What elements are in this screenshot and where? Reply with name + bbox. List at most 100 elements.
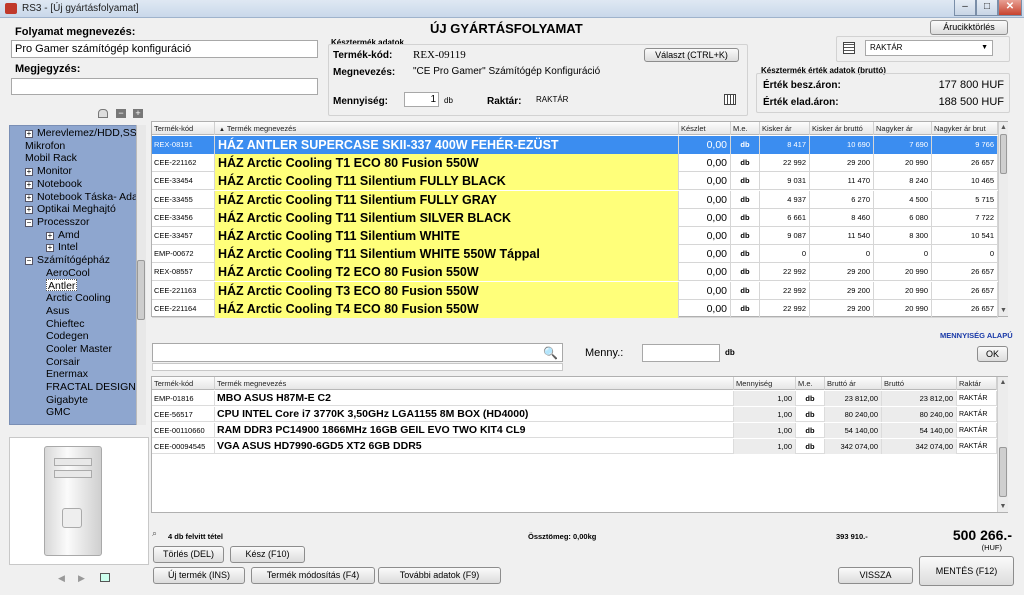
- save-button[interactable]: MENTÉS (F12): [919, 556, 1014, 586]
- tree-item[interactable]: Cooler Master: [46, 343, 112, 355]
- product-row[interactable]: EMP-00672 HÁZ Arctic Cooling T11 Silentiu…: [152, 245, 998, 264]
- col-wholesale-gross[interactable]: Nagyker ár brut: [932, 122, 998, 135]
- warehouse-select[interactable]: RAKTÁR ▼: [865, 40, 993, 56]
- more-data-button[interactable]: További adatok (F9): [378, 567, 501, 584]
- tree-item[interactable]: Arctic Cooling: [46, 292, 111, 304]
- tree-item[interactable]: − Számítógépház: [25, 254, 110, 266]
- done-button[interactable]: Kész (F10): [230, 546, 305, 563]
- expand-icon[interactable]: +: [25, 130, 33, 138]
- search-input[interactable]: 🔍: [152, 343, 563, 362]
- category-tree[interactable]: + Merevlemez/HDD,SSD Mikrofon Mobil Rack + Mo…: [9, 125, 146, 425]
- comp-col-unit[interactable]: M.e.: [796, 377, 825, 390]
- tree-item[interactable]: Mobil Rack: [25, 152, 77, 164]
- expand-icon[interactable]: +: [46, 231, 54, 240]
- tree-item[interactable]: FRACTAL DESIGN: [46, 381, 136, 393]
- comp-col-code[interactable]: Termék-kód: [152, 377, 215, 390]
- chevron-down-icon[interactable]: ▼: [981, 41, 988, 55]
- image-prev-icon[interactable]: ◀: [58, 573, 65, 584]
- product-row[interactable]: CEE-221162 HÁZ Arctic Cooling T1 ECO 80 F…: [152, 154, 998, 173]
- search-icon[interactable]: 🔍: [543, 346, 558, 360]
- component-row[interactable]: CEE-00094545 VGA ASUS HD7990-6GD5 XT2 6GB…: [152, 439, 997, 454]
- minimize-button[interactable]: –: [954, 0, 976, 16]
- expand-all-icon[interactable]: +: [133, 109, 143, 118]
- tree-item[interactable]: − Processzor: [25, 216, 90, 228]
- col-stock[interactable]: Készlet: [679, 122, 731, 135]
- ok-button[interactable]: OK: [977, 346, 1008, 362]
- component-grid[interactable]: Termék-kód Termék megnevezés Mennyiség M…: [151, 376, 1008, 513]
- find-icon[interactable]: ⌕: [152, 528, 157, 539]
- choose-button[interactable]: Választ (CTRL+K): [644, 48, 739, 62]
- tree-item[interactable]: Antler: [46, 279, 78, 292]
- modify-product-button[interactable]: Termék módosítás (F4): [251, 567, 375, 584]
- comp-col-warehouse[interactable]: Raktár: [957, 377, 997, 390]
- col-wholesale[interactable]: Nagyker ár: [874, 122, 932, 135]
- tree-item[interactable]: Gigabyte: [46, 394, 88, 406]
- comp-col-price[interactable]: Bruttó ár: [825, 377, 882, 390]
- product-row[interactable]: CEE-221164 HÁZ Arctic Cooling T4 ECO 80 F…: [152, 299, 998, 318]
- comp-scroll-up-icon[interactable]: ▲: [998, 377, 1008, 388]
- component-grid-scroll-thumb[interactable]: [999, 447, 1007, 497]
- delete-button[interactable]: Törlés (DEL): [153, 546, 224, 563]
- expand-icon[interactable]: +: [25, 168, 33, 177]
- note-input[interactable]: [11, 78, 318, 95]
- tree-item[interactable]: GMC: [46, 406, 71, 418]
- collapse-icon[interactable]: −: [25, 257, 33, 265]
- product-row[interactable]: CEE-33457 HÁZ Arctic Cooling T11 Silentiu…: [152, 227, 998, 245]
- process-name-input[interactable]: Pro Gamer számítógép konfiguráció: [11, 40, 318, 58]
- comp-col-gross[interactable]: Bruttó: [882, 377, 957, 390]
- product-row[interactable]: CEE-221163 HÁZ Arctic Cooling T3 ECO 80 F…: [152, 281, 998, 300]
- component-row[interactable]: EMP-01816 MBO ASUS H87M-E C2 1,00 db 23 812,…: [152, 391, 997, 406]
- comp-col-name[interactable]: Termék megnevezés: [215, 377, 734, 390]
- collapse-all-icon[interactable]: −: [116, 109, 126, 118]
- tree-item[interactable]: Enermax: [46, 368, 88, 380]
- finished-qty-input[interactable]: 1: [404, 92, 439, 107]
- scroll-up-icon[interactable]: ▲: [999, 122, 1008, 133]
- calculator-icon[interactable]: [724, 94, 736, 105]
- col-retail[interactable]: Kisker ár: [760, 122, 810, 135]
- tree-item[interactable]: Mikrofon: [25, 140, 65, 152]
- component-row[interactable]: CEE-56517 CPU INTEL Core i7 3770K 3,50GHz…: [152, 407, 997, 422]
- expand-icon[interactable]: +: [25, 180, 33, 189]
- product-row[interactable]: CEE-33454 HÁZ Arctic Cooling T11 Silentiu…: [152, 172, 998, 191]
- product-row[interactable]: CEE-33455 HÁZ Arctic Cooling T11 Silentiu…: [152, 190, 998, 209]
- tree-item[interactable]: + Amd: [46, 229, 80, 241]
- product-grid-scrollbar[interactable]: ▲ ▼: [998, 122, 1008, 316]
- product-grid-scroll-thumb[interactable]: [1000, 134, 1007, 174]
- tree-item[interactable]: + Merevlemez/HDD,SSD: [25, 127, 144, 139]
- qty-entry-input[interactable]: [642, 344, 720, 362]
- close-button[interactable]: ✕: [998, 0, 1022, 16]
- col-name[interactable]: ▲ Termék megnevezés: [215, 122, 679, 135]
- tree-item[interactable]: Chieftec: [46, 318, 85, 330]
- tree-item[interactable]: Corsair: [46, 356, 80, 368]
- image-view-icon[interactable]: [100, 573, 110, 582]
- tree-item[interactable]: + Notebook: [25, 178, 82, 190]
- product-row[interactable]: CEE-33456 HÁZ Arctic Cooling T11 Silentiu…: [152, 208, 998, 227]
- maximize-button[interactable]: □: [976, 0, 998, 16]
- comp-scroll-down-icon[interactable]: ▼: [998, 501, 1008, 512]
- col-code[interactable]: Termék-kód: [152, 122, 215, 135]
- tree-item[interactable]: + Intel: [46, 241, 78, 253]
- lock-icon[interactable]: [98, 109, 108, 118]
- tree-scroll-thumb[interactable]: [137, 260, 145, 320]
- product-row[interactable]: REX-08191 HÁZ ANTLER SUPERCASE SKII-337 4…: [152, 136, 998, 154]
- tree-item[interactable]: Asus: [46, 305, 69, 317]
- col-retail-gross[interactable]: Kisker ár bruttó: [810, 122, 874, 135]
- expand-icon[interactable]: +: [46, 244, 54, 253]
- comp-col-qty[interactable]: Mennyiség: [734, 377, 796, 390]
- image-next-icon[interactable]: ▶: [78, 573, 85, 584]
- tree-item[interactable]: + Monitor: [25, 165, 72, 177]
- component-row[interactable]: CEE-00110660 RAM DDR3 PC14900 1866MHz 16G…: [152, 423, 997, 438]
- tree-item[interactable]: AeroCool: [46, 267, 90, 279]
- tree-item[interactable]: Codegen: [46, 330, 89, 342]
- back-button[interactable]: VISSZA: [838, 567, 913, 584]
- component-grid-scrollbar[interactable]: ▲ ▼: [997, 377, 1008, 512]
- product-grid[interactable]: Termék-kód ▲ Termék megnevezés Készlet M…: [151, 121, 1008, 318]
- product-row[interactable]: REX-08557 HÁZ Arctic Cooling T2 ECO 80 Fu…: [152, 263, 998, 282]
- expand-icon[interactable]: +: [25, 193, 33, 202]
- col-unit[interactable]: M.e.: [731, 122, 760, 135]
- tree-item[interactable]: + Notebook Táska- Adapter: [25, 191, 145, 203]
- new-product-button[interactable]: Új termék (INS): [153, 567, 245, 584]
- price-history-button[interactable]: Árucikktörlés: [930, 20, 1008, 35]
- scroll-down-icon[interactable]: ▼: [999, 305, 1008, 316]
- collapse-icon[interactable]: −: [25, 218, 33, 227]
